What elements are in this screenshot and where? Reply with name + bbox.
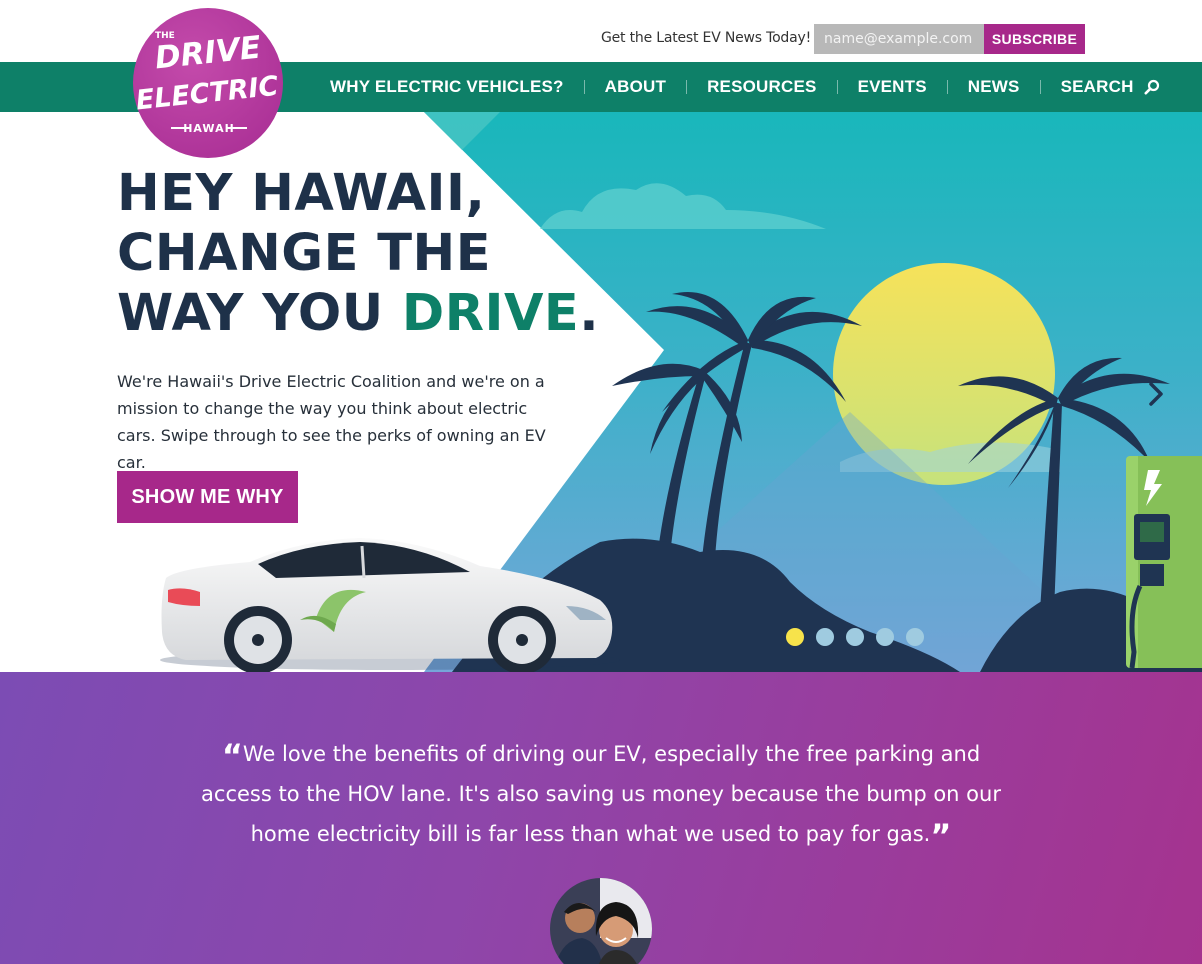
nav-item-events[interactable]: EVENTS (838, 77, 947, 97)
email-field[interactable] (814, 24, 984, 54)
close-quote-mark: ” (930, 817, 952, 855)
hero-headline-period: . (579, 284, 600, 343)
hero-headline-line1: HEY HAWAII, (117, 164, 486, 223)
next-slide-arrow-icon[interactable] (1144, 380, 1168, 408)
testimonial-quote: “We love the benefits of driving our EV,… (190, 734, 1012, 854)
testimonial-section: “We love the benefits of driving our EV,… (0, 672, 1202, 964)
subscribe-button[interactable]: SUBSCRIBE (984, 24, 1085, 54)
logo-mark: THE DRIVE ELECTRIC HAWAII (134, 30, 280, 135)
slide-dot-3[interactable] (846, 628, 864, 646)
slide-dot-1[interactable] (786, 628, 804, 646)
hero-slider[interactable]: HEY HAWAII, CHANGE THE WAY YOU DRIVE. We… (0, 112, 1202, 672)
show-me-why-button[interactable]: SHOW ME WHY (117, 471, 298, 523)
slide-dot-2[interactable] (816, 628, 834, 646)
nav-item-about[interactable]: ABOUT (585, 77, 686, 97)
logo-word-hawaii: HAWAII (183, 122, 235, 135)
hero-headline: HEY HAWAII, CHANGE THE WAY YOU DRIVE. (117, 164, 599, 344)
slide-dot-5[interactable] (906, 628, 924, 646)
hero-headline-line2: CHANGE THE (117, 224, 492, 283)
drive-electric-hawaii-logo[interactable]: THE DRIVE ELECTRIC HAWAII (133, 8, 283, 158)
nav-item-label: EVENTS (857, 77, 927, 96)
hero-description: We're Hawaii's Drive Electric Coalition … (117, 372, 546, 472)
charging-station (1126, 456, 1202, 669)
nav-item-label: WHY ELECTRIC VEHICLES? (330, 77, 564, 96)
nav-item-why-electric-vehicles[interactable]: WHY ELECTRIC VEHICLES? (310, 77, 584, 97)
slide-pagination (786, 628, 924, 646)
logo-word-electric: ELECTRIC (134, 71, 280, 117)
nav-item-label: ABOUT (604, 77, 667, 96)
nav-item-label: SEARCH (1060, 77, 1134, 96)
avatar-photo (550, 878, 652, 964)
testimonial-text: We love the benefits of driving our EV, … (201, 742, 1001, 846)
avatar (550, 878, 652, 964)
open-quote-mark: “ (221, 737, 243, 775)
nav-item-news[interactable]: NEWS (948, 77, 1040, 97)
hero-headline-accent: DRIVE (401, 284, 580, 343)
hero-headline-line3: WAY YOU DRIVE. (117, 284, 599, 344)
newsletter-label: Get the Latest EV News Today! (601, 30, 811, 46)
slide-dot-4[interactable] (876, 628, 894, 646)
nav-item-label: RESOURCES (707, 77, 817, 96)
nav-list: WHY ELECTRIC VEHICLES? ABOUT RESOURCES E… (310, 62, 1180, 112)
hero-headline-way-you: WAY YOU (117, 284, 402, 343)
search-icon (1144, 79, 1159, 95)
nav-item-resources[interactable]: RESOURCES (687, 77, 837, 97)
nav-item-label: NEWS (967, 77, 1020, 96)
nav-item-search[interactable]: SEARCH (1041, 77, 1180, 97)
